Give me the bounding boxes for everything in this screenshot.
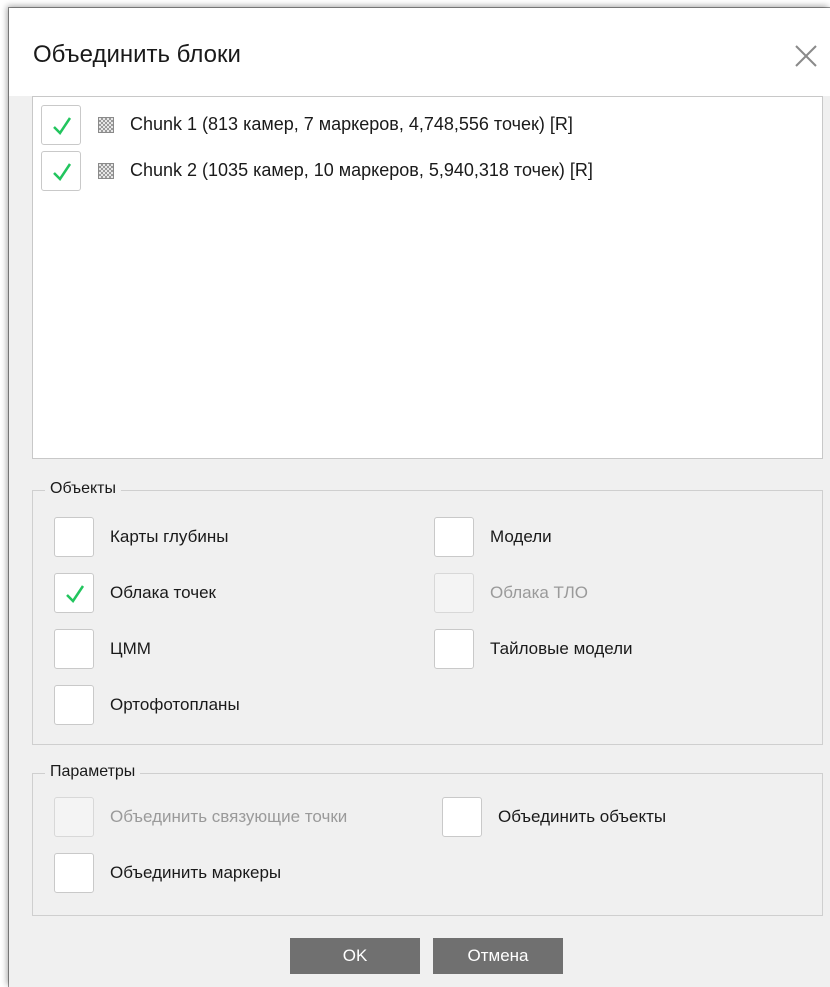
- tiled-models-checkbox[interactable]: [434, 629, 474, 669]
- ok-button[interactable]: OK: [290, 938, 420, 974]
- chunk-list[interactable]: Chunk 1 (813 камер, 7 маркеров, 4,748,55…: [32, 96, 823, 459]
- merge-markers-checkbox[interactable]: [54, 853, 94, 893]
- objects-group: Объекты Карты глубины Облака точек ЦММ О…: [32, 479, 823, 745]
- tlo-clouds-checkbox: [434, 573, 474, 613]
- depth-maps-label: Карты глубины: [110, 527, 229, 546]
- title-bar: Объединить блоки: [9, 8, 830, 96]
- models-checkbox[interactable]: [434, 517, 474, 557]
- dialog-title: Объединить блоки: [33, 41, 241, 68]
- tlo-clouds-label: Облака ТЛО: [490, 583, 588, 602]
- point-clouds-label: Облака точек: [110, 583, 216, 602]
- models-label: Модели: [490, 527, 552, 546]
- close-icon: [795, 45, 817, 67]
- merge-assets-checkbox[interactable]: [442, 797, 482, 837]
- dem-checkbox[interactable]: [54, 629, 94, 669]
- tiled-models-label: Тайловые модели: [490, 639, 633, 658]
- chunk-2-label: Chunk 2 (1035 камер, 10 маркеров, 5,940,…: [130, 160, 593, 180]
- checkmark-icon: [66, 585, 85, 603]
- checkmark-icon: [53, 163, 72, 181]
- chunk-2-checkbox[interactable]: [41, 151, 81, 191]
- checkmark-icon: [53, 117, 72, 135]
- cancel-button[interactable]: Отмена: [433, 938, 563, 974]
- orthomosaics-checkbox[interactable]: [54, 685, 94, 725]
- objects-group-title: Объекты: [45, 479, 121, 499]
- merge-chunks-dialog: Объединить блоки Chunk 1 (813 камер, 7 м…: [9, 8, 830, 987]
- chunk-icon: [98, 163, 114, 179]
- list-item-chunk-1[interactable]: Chunk 1 (813 камер, 7 маркеров, 4,748,55…: [41, 105, 811, 145]
- orthomosaics-label: Ортофотопланы: [110, 695, 240, 714]
- depth-maps-checkbox[interactable]: [54, 517, 94, 557]
- chunk-icon: [98, 117, 114, 133]
- merge-assets-label: Объединить объекты: [498, 807, 667, 826]
- params-group-title: Параметры: [45, 762, 141, 782]
- params-group: Параметры Объединить связующие точки Объ…: [32, 762, 823, 916]
- dem-label: ЦММ: [110, 639, 151, 658]
- merge-tie-points-checkbox: [54, 797, 94, 837]
- point-clouds-checkbox[interactable]: [54, 573, 94, 613]
- merge-markers-label: Объединить маркеры: [110, 863, 282, 882]
- list-item-chunk-2[interactable]: Chunk 2 (1035 камер, 10 маркеров, 5,940,…: [41, 151, 811, 191]
- chunk-1-label: Chunk 1 (813 камер, 7 маркеров, 4,748,55…: [130, 114, 573, 134]
- chunk-1-checkbox[interactable]: [41, 105, 81, 145]
- close-button[interactable]: [788, 38, 824, 74]
- merge-tie-points-label: Объединить связующие точки: [110, 807, 348, 826]
